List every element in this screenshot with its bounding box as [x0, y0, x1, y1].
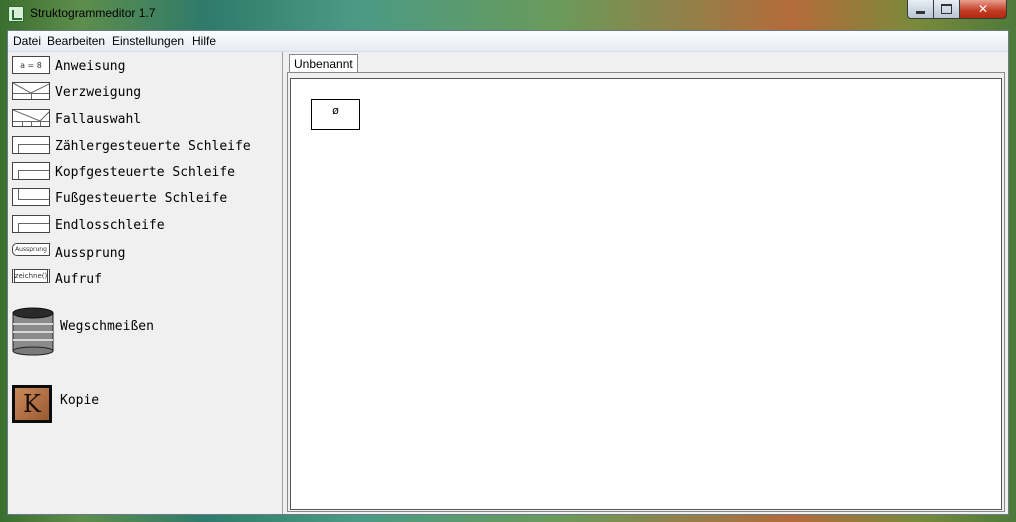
- menu-datei[interactable]: Datei: [13, 34, 41, 48]
- branch-icon: [12, 82, 50, 100]
- tab-panel: ø: [287, 72, 1005, 512]
- minimize-button[interactable]: [907, 0, 934, 19]
- palette-item-fallauswahl[interactable]: Fallauswahl: [10, 107, 282, 133]
- menu-hilfe[interactable]: Hilfe: [192, 34, 216, 48]
- window-title: Struktogrammeditor 1.7: [30, 6, 156, 20]
- palette-item-endlosschleife[interactable]: Endlosschleife: [10, 213, 282, 239]
- copy-drop-target[interactable]: K Kopie: [10, 385, 282, 425]
- palette-item-anweisung[interactable]: a = 8 Anweisung: [10, 54, 282, 80]
- close-button[interactable]: ✕: [959, 0, 1007, 19]
- trash-drop-target[interactable]: Wegschmeißen: [10, 307, 282, 359]
- statement-icon: a = 8: [12, 56, 50, 74]
- close-icon: ✕: [977, 2, 989, 16]
- exit-icon: Aussprung: [12, 243, 50, 256]
- copy-label: Kopie: [60, 393, 100, 408]
- element-palette: a = 8 Anweisung Verzweigung Fallauswahl …: [8, 52, 283, 514]
- menu-einstellungen[interactable]: Einstellungen: [112, 34, 184, 48]
- title-bar[interactable]: Struktogrammeditor 1.7 ✕: [0, 0, 1016, 28]
- palette-item-aussprung[interactable]: Aussprung Aussprung: [10, 241, 282, 267]
- endless-loop-icon: [12, 215, 50, 233]
- foot-loop-icon: [12, 188, 50, 206]
- palette-item-kopfgesteuerte-schleife[interactable]: Kopfgesteuerte Schleife: [10, 160, 282, 186]
- app-icon: [8, 6, 24, 22]
- menu-bearbeiten[interactable]: Bearbeiten: [47, 34, 105, 48]
- palette-item-verzweigung[interactable]: Verzweigung: [10, 80, 282, 106]
- palette-item-fussgesteuerte-schleife[interactable]: Fußgesteuerte Schleife: [10, 186, 282, 212]
- trash-label: Wegschmeißen: [60, 319, 154, 334]
- struktogramm-canvas[interactable]: ø: [290, 78, 1002, 510]
- maximize-button[interactable]: [933, 0, 960, 19]
- palette-item-aufruf[interactable]: zeichne() Aufruf: [10, 267, 282, 293]
- empty-block[interactable]: ø: [311, 99, 360, 130]
- counter-loop-icon: [12, 136, 50, 154]
- maximize-icon: [941, 4, 952, 14]
- minimize-icon: [916, 10, 925, 14]
- copy-icon: K: [12, 385, 52, 423]
- tab-unbenannt[interactable]: Unbenannt: [289, 54, 358, 72]
- menu-bar: Datei Bearbeiten Einstellungen Hilfe: [8, 31, 1008, 52]
- head-loop-icon: [12, 162, 50, 180]
- call-icon: zeichne(): [12, 269, 50, 283]
- palette-item-zaehlergesteuerte-schleife[interactable]: Zählergesteuerte Schleife: [10, 134, 282, 160]
- app-window: Struktogrammeditor 1.7 ✕ Datei Bearbeite…: [0, 0, 1016, 522]
- trash-bin-icon: [12, 307, 54, 356]
- case-icon: [12, 109, 50, 127]
- document-tabs: Unbenannt ø: [287, 52, 1007, 514]
- client-area: Datei Bearbeiten Einstellungen Hilfe a =…: [7, 30, 1009, 515]
